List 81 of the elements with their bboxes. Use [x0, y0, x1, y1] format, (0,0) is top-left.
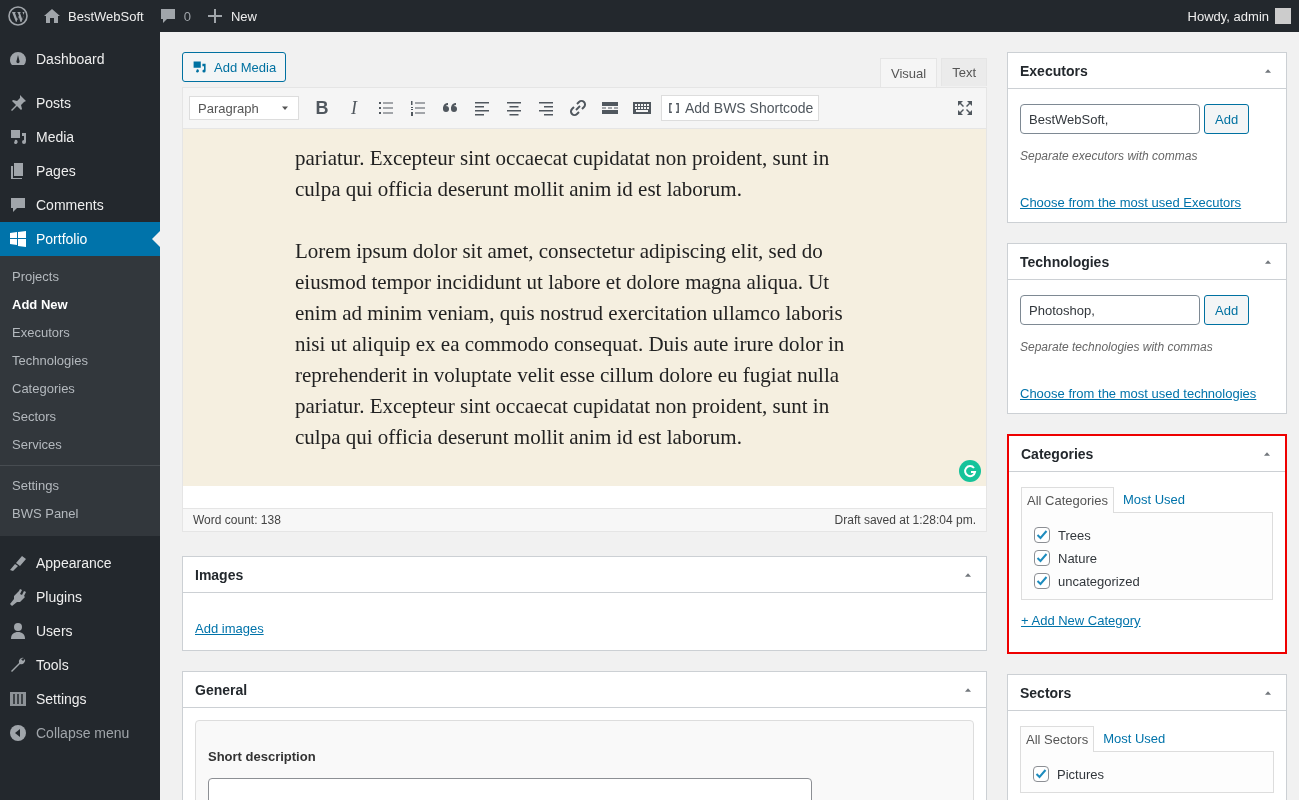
submenu-item[interactable]: Projects [0, 263, 160, 291]
format-dropdown[interactable]: Paragraph [189, 96, 299, 120]
windows-grid-icon [8, 229, 28, 249]
wordpress-logo-icon [8, 6, 28, 26]
site-name-link[interactable]: BestWebSoft [68, 8, 144, 24]
box-title: Sectors [1020, 684, 1072, 701]
sidebar-item[interactable]: Posts [0, 86, 160, 120]
media-icon [192, 59, 208, 75]
hint-text: Separate executors with commas [1020, 149, 1199, 163]
add-button[interactable]: Add [1204, 104, 1250, 134]
draft-status: Draft saved at 1:28:04 pm. [834, 513, 976, 527]
box-title: Categories [1021, 445, 1094, 462]
person-icon [8, 621, 28, 641]
checkbox[interactable] [1034, 573, 1050, 589]
most-used-link[interactable]: Choose from the most used Executors [1020, 195, 1242, 210]
most-used-link[interactable]: Choose from the most used technologies [1020, 386, 1257, 401]
brackets-icon [667, 101, 681, 115]
paintbrush-icon [8, 553, 28, 573]
box-title: Images [195, 566, 244, 583]
add-media-button[interactable]: Add Media [182, 52, 287, 82]
checkbox-label: uncategorized [1058, 573, 1140, 589]
tab[interactable]: All Sectors [1020, 726, 1095, 752]
editor-tab[interactable]: Text [941, 58, 987, 86]
checkbox-label: Trees [1058, 527, 1091, 543]
collapse-menu-button[interactable]: Collapse menu [0, 716, 160, 750]
box-title: Technologies [1020, 253, 1110, 270]
bold-button[interactable]: B [307, 93, 337, 123]
tag-input[interactable]: BestWebSoft, [1020, 104, 1200, 134]
tab[interactable]: All Categories [1021, 487, 1114, 513]
tab[interactable]: Most Used [1097, 725, 1172, 751]
camera-music-icon [8, 127, 28, 147]
sidebar-item[interactable]: Appearance [0, 546, 160, 580]
checkbox[interactable] [1034, 550, 1050, 566]
sidebar-item[interactable]: Settings [0, 682, 160, 716]
italic-button[interactable]: I [339, 93, 369, 123]
submenu-item[interactable]: Executors [0, 319, 160, 347]
sidebar-item[interactable]: Dashboard [0, 42, 160, 76]
sidebar-item[interactable]: Media [0, 120, 160, 154]
link-icon [568, 98, 588, 118]
numbered-list-icon [408, 98, 428, 118]
input-field[interactable] [208, 778, 812, 800]
hint-text: Separate technologies with commas [1020, 340, 1214, 354]
fullscreen-icon [955, 98, 975, 118]
submenu-item[interactable]: Sectors [0, 403, 160, 431]
box-title: General [195, 681, 248, 698]
new-link[interactable]: New [230, 8, 257, 24]
submenu-item[interactable]: Technologies [0, 347, 160, 375]
comment-count[interactable]: 0 [183, 8, 191, 24]
editor-content[interactable] [183, 129, 986, 486]
submenu-item[interactable]: Services [0, 431, 160, 459]
speech-bubble-icon [8, 195, 28, 215]
word-count: Word count: 138 [193, 513, 281, 527]
sidebar-item[interactable]: Plugins [0, 580, 160, 614]
sidebar-item[interactable]: Pages [0, 154, 160, 188]
box-title: Executors [1020, 62, 1088, 79]
paragraph: Lorem ipsum dolor sit amet, consectetur adipiscing elit, sed do eiusmod tempor incididunt ut labore et dolore magna aliqua. Ut enim ad minim veniam, quis nostrud exercitation ullamco laboris nisi ut aliquip ex ea commodo consequat. Duis aute irure dolor in reprehenderit in voluptate velit esse cillum dolore eu fugiat nulla pariatur. Excepteur sint occaecat cupidatat non proident, sunt in culpa qui officia deserunt mollit anim id est laborum. [295, 238, 846, 451]
sidebar-item[interactable]: Users [0, 614, 160, 648]
paragraph: pariatur. Excepteur sint occaecat cupidatat non proident, sunt in culpa qui officia deserunt mollit anim id est laborum. [295, 145, 831, 203]
checkbox[interactable] [1034, 527, 1050, 543]
checkbox-label: Pictures [1057, 766, 1104, 782]
editor-tab[interactable]: Visual [879, 58, 938, 87]
tag-input[interactable]: Photoshop, [1020, 295, 1200, 325]
tab[interactable]: Most Used [1116, 486, 1192, 512]
greeting-link[interactable]: Howdy, admin [1187, 8, 1269, 24]
submenu-item[interactable]: BWS Panel [0, 500, 160, 528]
submenu-item[interactable]: Settings [0, 472, 160, 500]
submenu-item[interactable]: Add New [0, 291, 160, 319]
checkbox-label: Nature [1058, 550, 1098, 566]
sidebar-item[interactable]: Tools [0, 648, 160, 682]
shortcode-button[interactable]: Add BWS Shortcode [661, 95, 820, 121]
submenu-item[interactable]: Categories [0, 375, 160, 403]
home-icon [42, 6, 62, 26]
add-category-link[interactable]: + Add New Category [1021, 613, 1141, 628]
field-label: Short description [208, 749, 317, 764]
checkbox[interactable] [1033, 766, 1049, 782]
add-button[interactable]: Add [1204, 295, 1250, 325]
plug-icon [8, 587, 28, 607]
sidebar-item[interactable]: Portfolio [0, 222, 160, 256]
sliders-icon [8, 689, 28, 709]
sidebar-item[interactable]: Comments [0, 188, 160, 222]
add-images-link[interactable]: Add images [195, 621, 264, 636]
